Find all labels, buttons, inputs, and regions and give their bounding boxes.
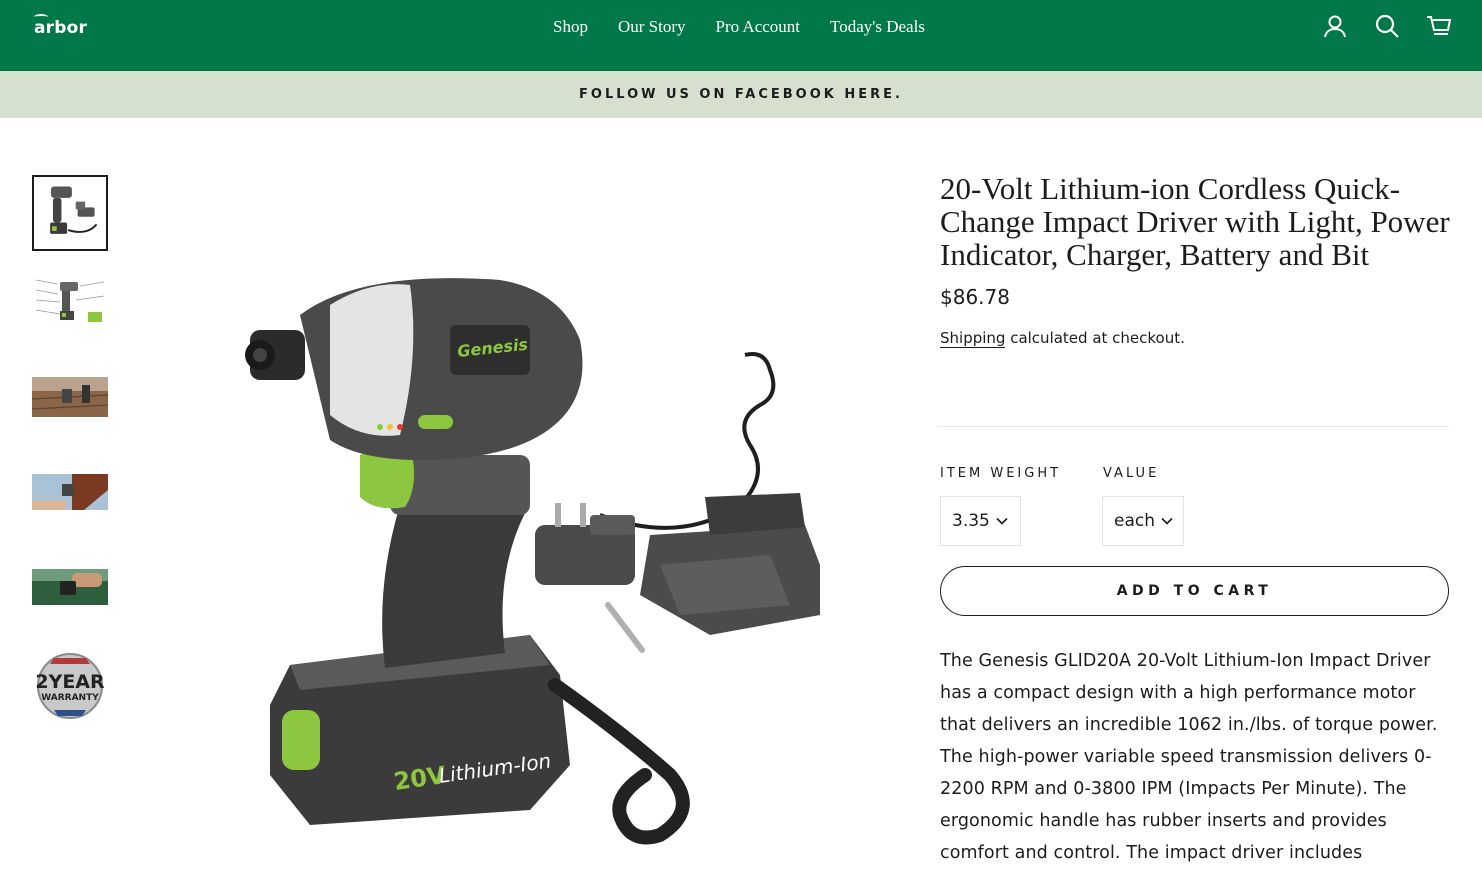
product-price: $86.78 (940, 285, 1010, 309)
announcement-text: FOLLOW US ON FACEBOOK HERE. (579, 87, 903, 102)
product-title: 20-Volt Lithium-ion Cordless Quick-Chang… (940, 171, 1450, 272)
thumbnail-deck-image (32, 365, 108, 441)
site-header: arbor Shop Our Story Pro Account Today's… (0, 0, 1482, 71)
shipping-link[interactable]: Shipping (940, 329, 1006, 348)
product-info: 20-Volt Lithium-ion Cordless Quick-Chang… (940, 171, 1450, 348)
item-weight-value: 3.35 (952, 511, 990, 531)
option-label-item-weight: ITEM WEIGHT (940, 466, 1062, 481)
warranty-badge-line2: WARRANTY (41, 693, 99, 703)
site-logo[interactable]: arbor (34, 14, 87, 38)
shipping-note: Shipping calculated at checkout. (940, 329, 1450, 348)
warranty-badge-line1: 2YEAR (35, 671, 105, 693)
nav-our-story[interactable]: Our Story (618, 17, 686, 37)
thumbnail-deck[interactable] (32, 365, 108, 441)
value-select-value: each (1114, 511, 1155, 531)
thumbnail-roof-image (32, 460, 108, 536)
product-description: The Genesis GLID20A 20-Volt Lithium-Ion … (940, 651, 1438, 863)
thumbnail-car-image (32, 555, 108, 631)
chevron-down-icon (1161, 517, 1173, 525)
thumbnail-diagram-image (32, 270, 108, 346)
cart-icon[interactable] (1426, 13, 1452, 39)
add-to-cart-button[interactable]: ADD TO CART (940, 566, 1449, 616)
search-icon[interactable] (1374, 13, 1400, 39)
header-icons (1322, 13, 1452, 39)
chevron-down-icon (996, 517, 1008, 525)
main-nav: Shop Our Story Pro Account Today's Deals (553, 17, 955, 37)
thumbnail-kit[interactable] (32, 175, 108, 251)
option-label-value: VALUE (1103, 466, 1160, 481)
value-select[interactable]: each (1102, 496, 1184, 546)
main-product-image[interactable]: 20V Lithium-Ion Genesis (230, 265, 830, 845)
info-divider (937, 426, 1449, 427)
thumbnail-car[interactable] (32, 555, 108, 631)
shipping-note-text: calculated at checkout. (1005, 329, 1185, 347)
announcement-bar[interactable]: FOLLOW US ON FACEBOOK HERE. (0, 71, 1482, 118)
logo-arc-icon (34, 14, 48, 20)
item-weight-select[interactable]: 3.35 (940, 496, 1021, 546)
thumbnail-kit-image (34, 177, 106, 249)
nav-todays-deals[interactable]: Today's Deals (830, 17, 925, 37)
nav-shop[interactable]: Shop (553, 17, 588, 37)
account-icon[interactable] (1322, 13, 1348, 39)
thumbnail-roof[interactable] (32, 460, 108, 536)
warranty-badge-icon: 2YEAR WARRANTY (32, 650, 108, 726)
thumbnail-diagram[interactable] (32, 270, 108, 346)
nav-pro-account[interactable]: Pro Account (716, 17, 801, 37)
thumbnail-warranty[interactable]: 2YEAR WARRANTY (32, 650, 108, 726)
